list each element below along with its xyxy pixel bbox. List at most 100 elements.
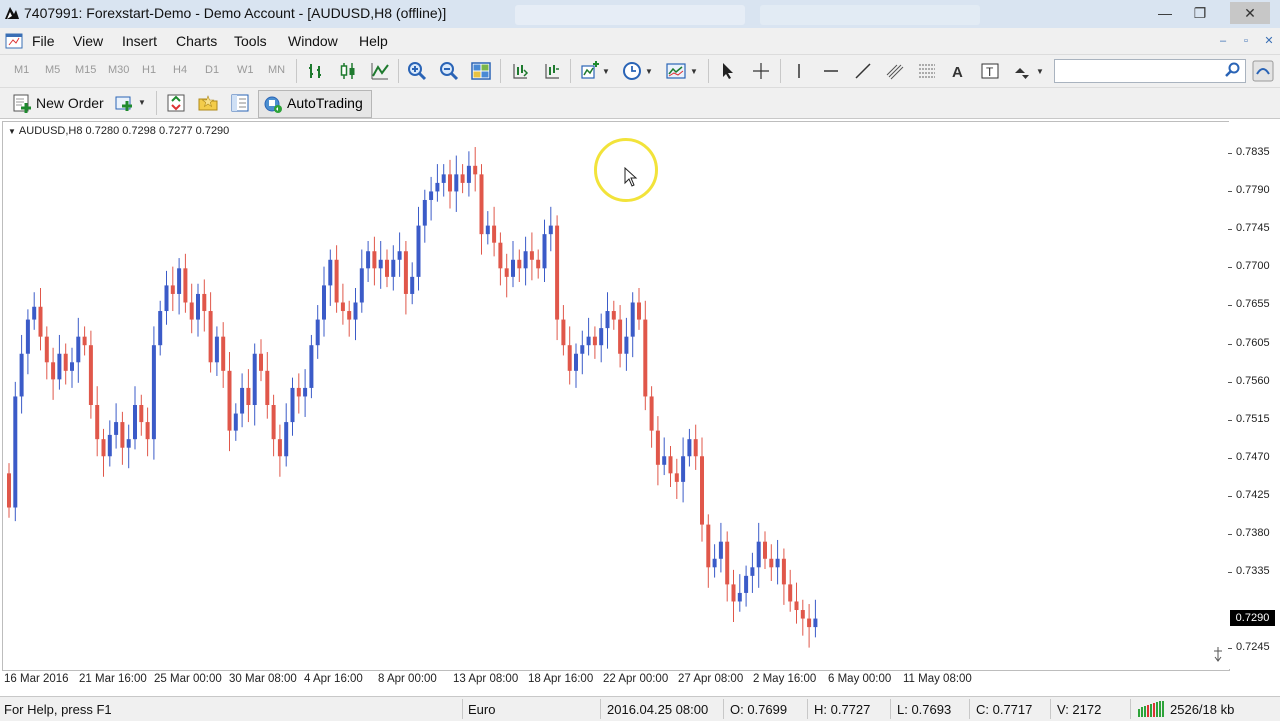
periods-clock-icon[interactable]	[622, 61, 642, 81]
price-tick-label: 0.7380	[1236, 527, 1270, 539]
price-tick-label: 0.7560	[1236, 374, 1270, 387]
tile-windows-icon[interactable]	[471, 61, 491, 81]
indicators-icon[interactable]	[580, 61, 600, 81]
dropdown-arrow-icon[interactable]: ▼	[138, 98, 146, 107]
menu-help[interactable]: Help	[359, 33, 388, 49]
chart-window[interactable]	[2, 121, 1230, 671]
chart-shift-icon[interactable]	[510, 61, 530, 81]
autotrading-button[interactable]: AutoTrading	[258, 90, 372, 118]
close-button[interactable]: ✕	[1230, 2, 1270, 24]
scale-fix-icon[interactable]	[1211, 646, 1225, 662]
menu-file[interactable]: File	[32, 33, 55, 49]
time-tick-label: 18 Apr 16:00	[528, 673, 594, 685]
equidistant-channel-icon[interactable]	[885, 61, 905, 81]
connection-status-icon[interactable]	[1137, 701, 1167, 717]
toolbar-separator	[708, 59, 709, 83]
search-field[interactable]	[1054, 59, 1246, 83]
text-label-icon[interactable]: T	[980, 61, 1000, 81]
market-watch-icon[interactable]	[166, 93, 186, 113]
minimize-button[interactable]: —	[1150, 2, 1180, 24]
status-separator	[1050, 699, 1051, 719]
price-tick-mark	[1228, 572, 1232, 574]
chart-window-icon[interactable]	[5, 32, 23, 50]
time-tick-label: 2 May 16:00	[753, 673, 817, 685]
timeframe-w1[interactable]: W1	[237, 64, 254, 76]
dropdown-arrow-icon[interactable]: ▼	[645, 67, 653, 76]
price-tick-mark	[1228, 648, 1232, 650]
search-input[interactable]	[1055, 60, 1223, 80]
collapse-triangle-icon: ▼	[8, 127, 16, 136]
timeframe-h1[interactable]: H1	[142, 64, 156, 76]
price-tick-mark	[1228, 229, 1232, 231]
price-tick-mark	[1228, 305, 1232, 307]
price-tick-mark	[1228, 381, 1232, 383]
timeframe-m15[interactable]: M15	[75, 64, 96, 76]
expert-advisor-icon[interactable]	[114, 93, 134, 113]
chart-close-button[interactable]: ✕	[1260, 32, 1278, 50]
timeframe-m5[interactable]: M5	[45, 64, 60, 76]
menu-bar: File View Insert Charts Tools Window Hel…	[0, 28, 1280, 55]
new-order-button[interactable]: New Order	[36, 95, 104, 111]
svg-text:T: T	[986, 65, 994, 79]
maximize-button[interactable]: ❐	[1185, 2, 1215, 24]
line-chart-icon[interactable]	[370, 61, 390, 81]
menu-insert[interactable]: Insert	[122, 33, 157, 49]
menu-view[interactable]: View	[73, 33, 103, 49]
price-tick-mark	[1228, 153, 1232, 154]
price-tick-label: 0.7835	[1236, 146, 1270, 158]
status-datetime: 2016.04.25 08:00	[607, 702, 709, 717]
price-tick-label: 0.7470	[1236, 450, 1270, 463]
toolbar-separator	[780, 59, 781, 83]
status-volume: V: 2172	[1057, 702, 1102, 717]
status-separator	[600, 699, 601, 719]
terminal-icon[interactable]	[230, 93, 250, 113]
timeframe-d1[interactable]: D1	[205, 64, 219, 76]
new-order-icon[interactable]	[12, 93, 32, 113]
text-tool-icon[interactable]: A	[948, 61, 968, 81]
arrows-icon[interactable]	[1012, 61, 1032, 81]
auto-scroll-icon[interactable]	[542, 61, 562, 81]
menu-tools[interactable]: Tools	[234, 33, 267, 49]
autotrading-icon	[264, 96, 282, 113]
zoom-in-icon[interactable]	[407, 61, 427, 81]
toolbar-separator	[570, 59, 571, 83]
trendline-icon[interactable]	[853, 61, 873, 81]
dropdown-arrow-icon[interactable]: ▼	[690, 67, 698, 76]
timeframe-h4[interactable]: H4	[173, 64, 187, 76]
horizontal-line-icon[interactable]	[821, 61, 841, 81]
status-separator	[462, 699, 463, 719]
menu-charts[interactable]: Charts	[176, 33, 217, 49]
status-help-text: For Help, press F1	[4, 702, 112, 717]
chart-minimize-button[interactable]: –	[1214, 32, 1232, 50]
autotrading-label: AutoTrading	[287, 95, 363, 111]
zoom-out-icon[interactable]	[439, 61, 459, 81]
title-bar: 7407991: Forexstart-Demo - Demo Account …	[0, 0, 1280, 29]
dropdown-arrow-icon[interactable]: ▼	[602, 67, 610, 76]
price-tick-mark	[1228, 419, 1232, 421]
search-icon[interactable]	[1225, 62, 1241, 78]
menu-window[interactable]: Window	[288, 33, 338, 49]
cursor-icon[interactable]	[718, 61, 738, 81]
crosshair-icon[interactable]	[751, 61, 771, 81]
fibonacci-retracement-icon[interactable]	[917, 61, 937, 81]
timeframe-m30[interactable]: M30	[108, 64, 129, 76]
time-tick-label: 4 Apr 16:00	[304, 673, 363, 685]
vertical-line-icon[interactable]	[789, 61, 809, 81]
templates-icon[interactable]	[666, 61, 686, 81]
time-tick-label: 6 May 00:00	[828, 673, 892, 685]
price-tick-mark	[1228, 343, 1232, 345]
time-tick-label: 16 Mar 2016	[4, 673, 69, 685]
navigator-icon[interactable]	[198, 93, 218, 113]
status-profile[interactable]: Euro	[468, 702, 495, 717]
community-icon[interactable]	[1252, 60, 1274, 82]
chart-restore-button[interactable]: ▫	[1237, 32, 1255, 50]
timeframe-mn[interactable]: MN	[268, 64, 285, 76]
dropdown-arrow-icon[interactable]: ▼	[1036, 67, 1044, 76]
timeframe-m1[interactable]: M1	[14, 64, 29, 76]
candlestick-chart-icon[interactable]	[338, 61, 358, 81]
bar-chart-icon[interactable]	[306, 61, 326, 81]
time-tick-label: 25 Mar 00:00	[154, 673, 222, 685]
status-close: C: 0.7717	[976, 702, 1033, 717]
time-tick-label: 21 Mar 16:00	[79, 673, 147, 685]
price-axis[interactable]	[1229, 121, 1280, 669]
